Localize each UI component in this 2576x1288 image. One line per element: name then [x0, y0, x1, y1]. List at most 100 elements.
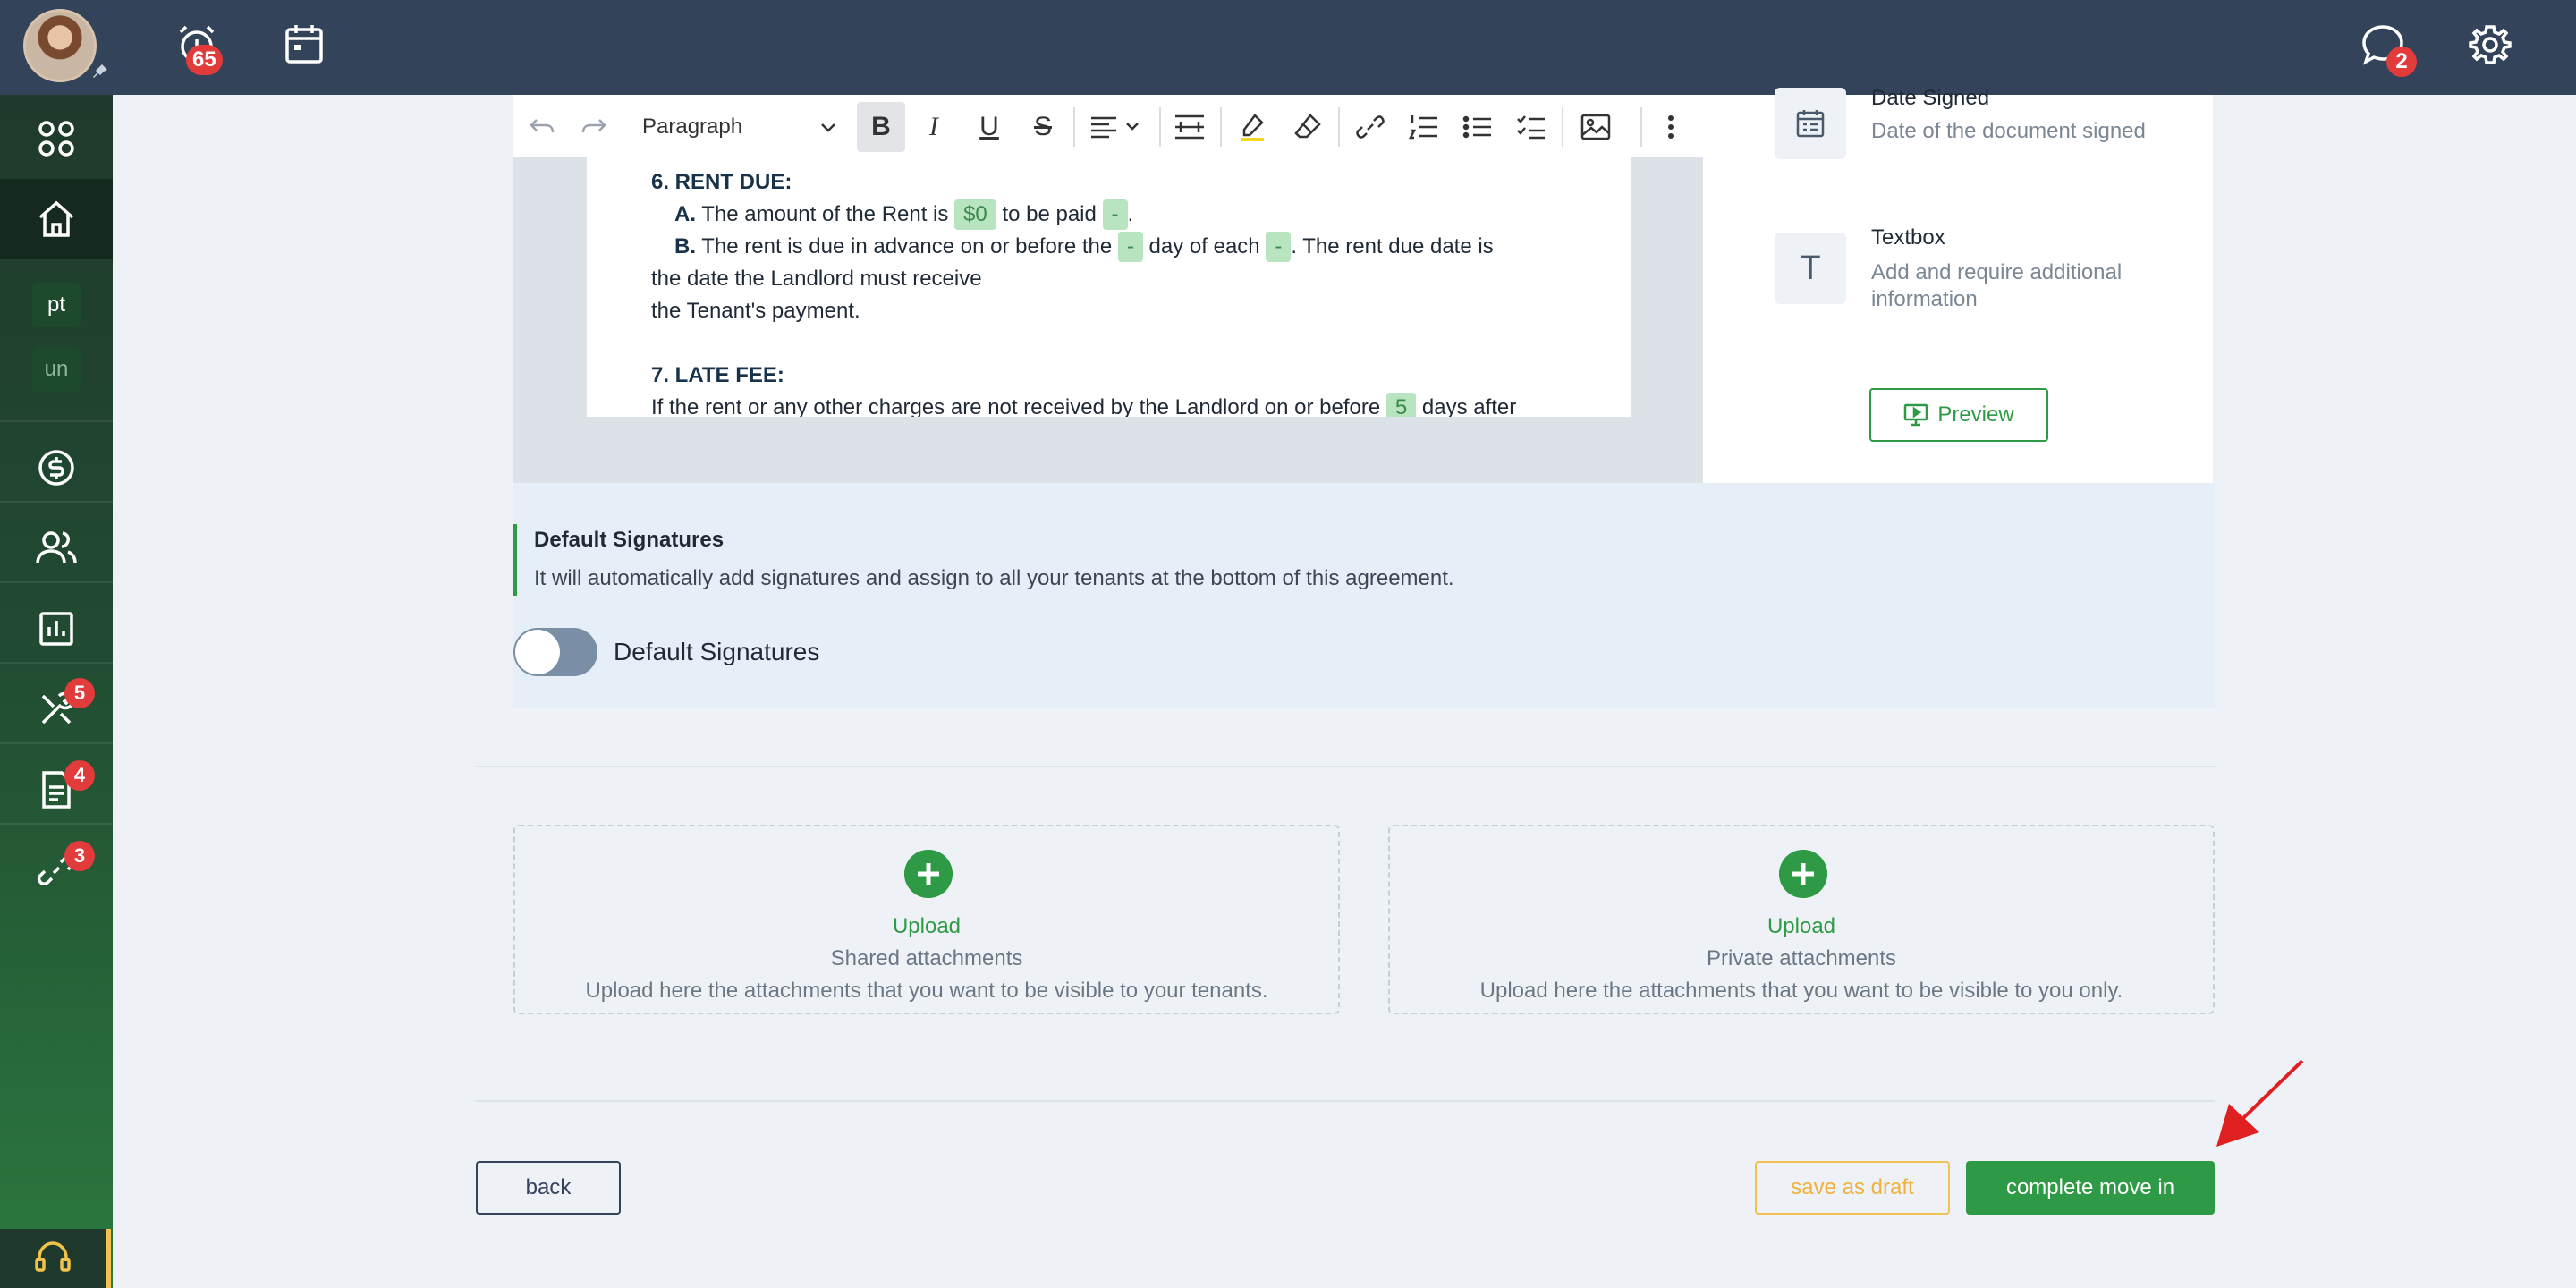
calendar-button[interactable]: [279, 20, 329, 70]
checklist-button[interactable]: [1513, 109, 1549, 145]
toolbar-divider: [1640, 107, 1642, 147]
numbered-list-button[interactable]: [1406, 109, 1442, 145]
notifications-badge: 65: [186, 45, 223, 75]
document-page[interactable]: 6. RENT DUE: A. The amount of the Rent i…: [587, 157, 1631, 417]
textbox-title: Textbox: [1871, 225, 1945, 250]
doc-line: the Tenant's payment.: [651, 299, 860, 323]
monitor-play-icon: [1904, 403, 1928, 427]
more-options-button[interactable]: [1653, 109, 1689, 145]
more-vertical-icon: [1668, 115, 1674, 139]
merge-field-tag[interactable]: -: [1117, 232, 1143, 262]
sidebar-item-apps[interactable]: [0, 98, 113, 179]
upload-shared-link[interactable]: Upload: [515, 914, 1338, 939]
link-icon: [1356, 115, 1385, 139]
date-signed-field[interactable]: [1775, 88, 1846, 159]
shared-attachments-dropzone[interactable]: Upload Shared attachments Upload here th…: [513, 825, 1340, 1014]
red-arrow-annotation-icon: [2216, 1059, 2304, 1147]
dollar-circle-icon: [38, 450, 74, 486]
sidebar-item-tenants[interactable]: [0, 508, 113, 589]
date-signed-description: Date of the document signed: [1871, 119, 2146, 143]
upload-private-link[interactable]: Upload: [1390, 914, 2213, 939]
bar-chart-icon: [39, 612, 73, 646]
calendar-list-icon: [1796, 110, 1825, 138]
redo-icon: [581, 119, 606, 133]
strikethrough-button[interactable]: S: [1025, 109, 1061, 145]
private-attachments-dropzone[interactable]: Upload Private attachments Upload here t…: [1388, 825, 2215, 1014]
toggle-knob: [515, 630, 560, 674]
shared-attachments-title: Shared attachments: [830, 946, 1023, 970]
sidebar-chip-pt[interactable]: pt: [32, 283, 80, 327]
numbered-list-icon: [1409, 115, 1437, 140]
support-button[interactable]: [0, 1229, 111, 1288]
alarm-notifications-button[interactable]: 65: [172, 20, 223, 75]
links-badge: 3: [64, 841, 95, 871]
signatures-title: Default Signatures: [534, 528, 724, 552]
default-signatures-toggle[interactable]: [513, 628, 597, 676]
doc-line: 6. RENT DUE:: [651, 170, 792, 194]
align-dropdown[interactable]: [1088, 109, 1148, 145]
paragraph-style-select[interactable]: Paragraph: [642, 111, 839, 143]
doc-line: 7. LATE FEE:: [651, 363, 784, 387]
bold-button[interactable]: B: [857, 102, 905, 152]
sidebar-item-payments[interactable]: [0, 428, 113, 508]
eraser-button[interactable]: [1290, 109, 1326, 145]
preview-button[interactable]: Preview: [1869, 388, 2048, 442]
sidebar-item-links[interactable]: [0, 830, 113, 911]
textbox-field[interactable]: T: [1775, 233, 1846, 304]
merge-field-tag[interactable]: $0: [954, 199, 996, 230]
plus-circle-icon: [904, 850, 953, 898]
settings-button[interactable]: [2465, 20, 2515, 70]
paragraph-style-value: Paragraph: [642, 114, 743, 139]
redo-button[interactable]: [576, 109, 612, 145]
checklist-icon: [1517, 115, 1545, 140]
strikethrough-icon: S: [1033, 112, 1052, 141]
doc-line: A. The amount of the Rent is $0 to be pa…: [674, 199, 1133, 231]
sidebar-item-reports[interactable]: [0, 589, 113, 669]
highlight-button[interactable]: [1234, 109, 1270, 145]
headset-icon: [35, 1241, 71, 1272]
merge-field-tag[interactable]: -: [1266, 232, 1292, 262]
save-as-draft-button[interactable]: save as draft: [1755, 1161, 1950, 1215]
signatures-accent-bar: [513, 524, 517, 596]
date-signed-title: Date Signed: [1871, 86, 1990, 110]
merge-field-tag[interactable]: -: [1102, 199, 1128, 230]
sidebar-item-maintenance[interactable]: [0, 669, 113, 750]
doc-line: the date the Landlord must receive: [651, 267, 982, 291]
home-icon: [38, 200, 74, 237]
insert-image-button[interactable]: [1578, 109, 1614, 145]
section-divider: [476, 1100, 2215, 1102]
calendar-icon: [285, 25, 323, 64]
sidebar-divider: [0, 501, 113, 503]
highlighter-icon: [1241, 114, 1264, 141]
link-button[interactable]: [1352, 109, 1388, 145]
eraser-icon: [1294, 114, 1321, 139]
sidebar-divider: [0, 662, 113, 664]
italic-button[interactable]: I: [916, 109, 952, 145]
pin-icon: [93, 64, 107, 78]
bullet-list-button[interactable]: [1460, 109, 1496, 145]
sidebar: pt un 5 4 3: [0, 95, 113, 1288]
sidebar-item-documents[interactable]: [0, 750, 113, 830]
undo-button[interactable]: [524, 109, 560, 145]
fields-panel: Date Signed Date of the document signed …: [1703, 86, 2213, 483]
top-bar: 65 2: [0, 0, 2576, 95]
editor-toolbar: Paragraph B I U S: [513, 95, 1703, 157]
textbox-description: Add and require additional information: [1871, 260, 2123, 311]
sidebar-chip-un[interactable]: un: [32, 347, 80, 392]
image-icon: [1580, 114, 1611, 140]
page-break-icon: [1175, 114, 1204, 140]
underline-icon: U: [979, 112, 999, 141]
messages-badge: 2: [2386, 47, 2417, 77]
back-button[interactable]: back: [476, 1161, 621, 1215]
sidebar-item-home[interactable]: [0, 179, 113, 259]
merge-field-tag[interactable]: 5: [1385, 393, 1417, 417]
user-avatar[interactable]: [23, 9, 97, 82]
toolbar-divider: [1562, 107, 1563, 147]
default-signatures-toggle-label: Default Signatures: [614, 638, 820, 665]
page-break-button[interactable]: [1172, 109, 1208, 145]
messages-button[interactable]: 2: [2358, 20, 2417, 77]
signatures-description: It will automatically add signatures and…: [534, 566, 1454, 590]
underline-button[interactable]: U: [971, 109, 1007, 145]
toolbar-divider: [1220, 107, 1222, 147]
complete-move-in-button[interactable]: complete move in: [1966, 1161, 2215, 1215]
